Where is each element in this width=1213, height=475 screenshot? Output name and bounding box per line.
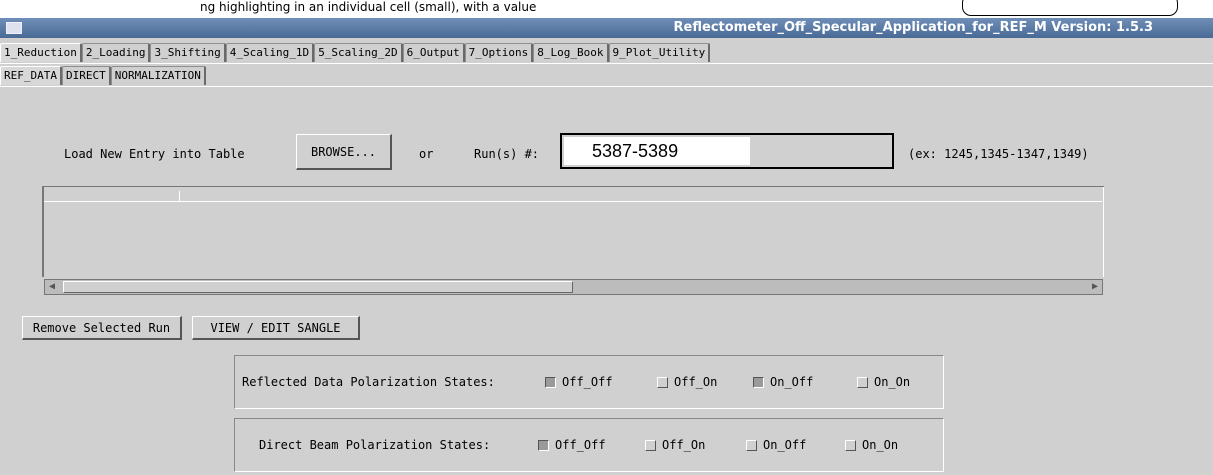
tab-plot-utility[interactable]: 9_Plot_Utility	[608, 43, 711, 62]
sub-tab-divider	[0, 86, 1213, 87]
tab-loading[interactable]: 2_Loading	[81, 43, 151, 62]
direct-on-on-checkbox[interactable]: On_On	[845, 438, 898, 452]
runs-input-value: 5387-5389	[592, 141, 679, 161]
checkbox-label: On_Off	[763, 438, 807, 452]
window-title: Reflectometer_Off_Specular_Application_f…	[673, 20, 1153, 35]
checkbox-label: On_On	[874, 375, 911, 389]
tab-direct[interactable]: DIRECT	[61, 66, 111, 85]
tab-output[interactable]: 6_Output	[402, 43, 465, 62]
checkbox-label: On_On	[862, 438, 899, 452]
checkbox-box	[753, 376, 764, 388]
tab-scaling-2d[interactable]: 5_Scaling_2D	[314, 43, 403, 62]
table-horizontal-scrollbar[interactable]: ◀ ▶	[44, 279, 1103, 295]
checkbox-label: Off_Off	[562, 375, 613, 389]
checkbox-box	[545, 376, 556, 388]
top-banner: ng highlighting in an individual cell (s…	[0, 0, 1213, 18]
title-bar: Reflectometer_Off_Specular_Application_f…	[0, 18, 1213, 38]
tab-ref-data[interactable]: REF_DATA	[0, 66, 62, 85]
table-header-line	[44, 201, 1102, 202]
reflected-on-on-checkbox[interactable]: On_On	[857, 375, 910, 389]
table-right-edge	[1103, 187, 1104, 277]
table-column-divider[interactable]	[179, 191, 180, 201]
direct-off-off-checkbox[interactable]: Off_Off	[538, 438, 606, 452]
scrollbar-thumb[interactable]	[63, 281, 573, 293]
banner-pill-shape	[962, 0, 1178, 16]
direct-polarization-label: Direct Beam Polarization States:	[259, 438, 491, 452]
tab-log-book[interactable]: 8_Log_Book	[533, 43, 609, 62]
checkbox-box	[746, 439, 757, 451]
checkbox-box	[657, 376, 668, 388]
runs-label: Run(s) #:	[474, 147, 540, 161]
checkbox-box	[857, 376, 868, 388]
direct-on-off-checkbox[interactable]: On_Off	[746, 438, 806, 452]
view-edit-sangle-button[interactable]: VIEW / EDIT SANGLE	[192, 316, 360, 340]
tab-options[interactable]: 7_Options	[464, 43, 534, 62]
remove-selected-run-button[interactable]: Remove Selected Run	[22, 316, 182, 340]
load-entry-label: Load New Entry into Table	[64, 147, 245, 161]
sub-tab-bar: REF_DATA DIRECT NORMALIZATION	[0, 66, 206, 86]
checkbox-label: Off_On	[674, 375, 718, 389]
browse-button[interactable]: BROWSE...	[296, 134, 392, 170]
tab-shifting[interactable]: 3_Shifting	[150, 43, 226, 62]
reflected-off-on-checkbox[interactable]: Off_On	[657, 375, 717, 389]
runs-input[interactable]: 5387-5389	[560, 133, 894, 169]
reflected-on-off-checkbox[interactable]: On_Off	[753, 375, 813, 389]
tab-scaling-1d[interactable]: 4_Scaling_1D	[225, 43, 315, 62]
main-tab-divider	[0, 63, 1213, 64]
checkbox-box	[845, 439, 856, 451]
scroll-right-arrow-icon[interactable]: ▶	[1088, 280, 1102, 294]
tab-reduction[interactable]: 1_Reduction	[0, 43, 82, 62]
runs-table[interactable]	[42, 186, 1104, 277]
tab-normalization[interactable]: NORMALIZATION	[110, 66, 206, 85]
runs-example-hint: (ex: 1245,1345-1347,1349)	[908, 147, 1089, 161]
checkbox-box	[645, 439, 656, 451]
banner-text: ng highlighting in an individual cell (s…	[200, 0, 537, 14]
checkbox-label: On_Off	[770, 375, 814, 389]
or-label: or	[419, 147, 434, 161]
main-tab-bar: 1_Reduction 2_Loading 3_Shifting 4_Scali…	[0, 43, 711, 63]
checkbox-label: Off_On	[662, 438, 706, 452]
reflected-off-off-checkbox[interactable]: Off_Off	[545, 375, 613, 389]
direct-off-on-checkbox[interactable]: Off_On	[645, 438, 705, 452]
reflected-polarization-label: Reflected Data Polarization States:	[242, 375, 495, 389]
window-menu-icon[interactable]	[6, 22, 22, 34]
checkbox-label: Off_Off	[555, 438, 606, 452]
checkbox-box	[538, 439, 549, 451]
scroll-left-arrow-icon[interactable]: ◀	[45, 280, 59, 294]
